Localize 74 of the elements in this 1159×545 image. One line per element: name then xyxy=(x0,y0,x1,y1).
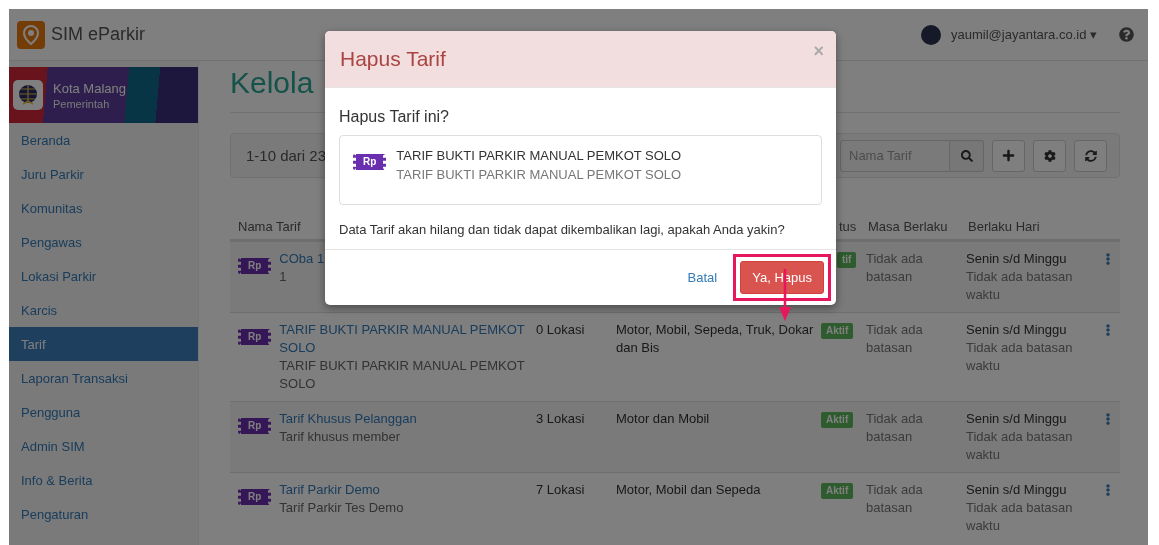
tariff-name: TARIF BUKTI PARKIR MANUAL PEMKOT SOLO xyxy=(396,147,682,165)
sidebar-item[interactable]: Lokasi Parkir xyxy=(9,259,198,293)
emblem-icon xyxy=(13,80,43,110)
search-button[interactable] xyxy=(950,139,984,172)
tariff-name-link[interactable]: Tarif Parkir Demo xyxy=(279,481,404,499)
valid-hours: Tidak ada batasan waktu xyxy=(966,499,1074,535)
validity-period: Tidak ada batasan xyxy=(866,322,923,355)
ticket-tag: Rp xyxy=(238,258,272,274)
sidebar-item[interactable]: Beranda xyxy=(9,123,198,157)
ticket-tag: Rp xyxy=(238,489,272,505)
sidebar-item[interactable]: Pengaturan xyxy=(9,497,198,531)
validity-period: Tidak ada batasan xyxy=(866,482,923,515)
refresh-icon xyxy=(1084,149,1097,162)
tariff-description: TARIF BUKTI PARKIR MANUAL PEMKOT SOLO xyxy=(396,166,682,184)
plus-icon xyxy=(1002,149,1015,162)
status-tag: Aktif xyxy=(821,483,854,499)
sidebar-item[interactable]: Komunitas xyxy=(9,191,198,225)
valid-hours: Tidak ada batasan waktu xyxy=(966,428,1074,464)
org-role: Pemerintah xyxy=(53,97,111,110)
sidebar-item[interactable]: Karcis xyxy=(9,293,198,327)
tariff-name-link[interactable]: Tarif Khusus Pelanggan xyxy=(279,410,417,428)
sidebar-item[interactable]: Pengguna xyxy=(9,395,198,429)
column-header: Berlaku Hari xyxy=(968,218,1040,234)
column-header: tus xyxy=(839,218,857,234)
tariff-description: TARIF BUKTI PARKIR MANUAL PEMKOT SOLO xyxy=(279,357,526,393)
refresh-button[interactable] xyxy=(1074,139,1107,172)
user-menu[interactable]: yaumil@jayantara.co.id ▾ xyxy=(951,27,1097,42)
dialog-title: Hapus Tarif xyxy=(340,47,446,71)
location-count: 0 Lokasi xyxy=(536,322,585,337)
tariff-description: Tarif Parkir Tes Demo xyxy=(279,499,404,517)
sidebar-item[interactable]: Info & Berita xyxy=(9,463,198,497)
cancel-button[interactable]: Batal xyxy=(681,264,724,291)
settings-button[interactable] xyxy=(1033,139,1066,172)
tariff-name-link[interactable]: COba 1 xyxy=(279,250,325,268)
sidebar-item[interactable]: Pengawas xyxy=(9,225,198,259)
ticket-tag: Rp xyxy=(238,418,272,434)
app-title[interactable]: SIM eParkir xyxy=(51,24,146,45)
location-count: 3 Lokasi xyxy=(536,411,585,426)
sidebar-item[interactable]: Admin SIM xyxy=(9,429,198,463)
sidebar-item[interactable]: Tarif xyxy=(9,327,198,361)
valid-hours: Tidak ada batasan waktu xyxy=(966,268,1074,304)
sidebar-item[interactable]: Laporan Transaksi xyxy=(9,361,198,395)
ticket-tag: Rp xyxy=(238,329,272,345)
ticket-tag: Rp xyxy=(353,154,387,170)
vehicle-types: Motor dan Mobil xyxy=(616,411,710,426)
status-tag: tif xyxy=(837,252,857,268)
vehicle-types: Motor, Mobil, Sepeda, Truk, Dokar dan Bis xyxy=(616,322,814,355)
tariff-description: Tarif khusus member xyxy=(279,428,401,446)
search-icon xyxy=(960,149,973,162)
settings-icon xyxy=(1043,149,1056,162)
tariff-description: 1 xyxy=(279,268,288,286)
valid-days: Senin s/d Minggu xyxy=(966,250,1095,268)
vehicle-types: Motor, Mobil dan Sepeda xyxy=(616,482,761,497)
location-count: 7 Lokasi xyxy=(536,482,585,497)
add-button[interactable] xyxy=(992,139,1025,172)
status-tag: Aktif xyxy=(821,323,854,339)
help-icon[interactable] xyxy=(1119,27,1134,42)
valid-hours: Tidak ada batasan waktu xyxy=(966,339,1074,375)
org-name: Kota Malang xyxy=(53,80,126,96)
valid-days: Senin s/d Minggu xyxy=(966,410,1095,428)
validity-period: Tidak ada batasan xyxy=(866,251,923,284)
warning-text: Data Tarif akan hilang dan tidak dapat dikembalikan lagi, apakah Anda yakin? xyxy=(339,222,786,237)
tariff-name-link[interactable]: TARIF BUKTI PARKIR MANUAL PEMKOT SOLO xyxy=(279,321,530,357)
valid-days: Senin s/d Minggu xyxy=(966,321,1095,339)
sidebar-item[interactable]: Juru Parkir xyxy=(9,157,198,191)
user-avatar[interactable] xyxy=(921,24,942,45)
status-tag: Aktif xyxy=(821,412,854,428)
close-button[interactable]: × xyxy=(813,41,824,62)
validity-period: Tidak ada batasan xyxy=(866,411,923,444)
record-count: 1-10 dari 23 xyxy=(246,147,327,164)
map-pin-logo-icon xyxy=(17,20,45,49)
column-header: Nama Tarif xyxy=(238,218,301,234)
column-header: Masa Berlaku xyxy=(868,218,948,234)
valid-days: Senin s/d Minggu xyxy=(966,481,1095,499)
